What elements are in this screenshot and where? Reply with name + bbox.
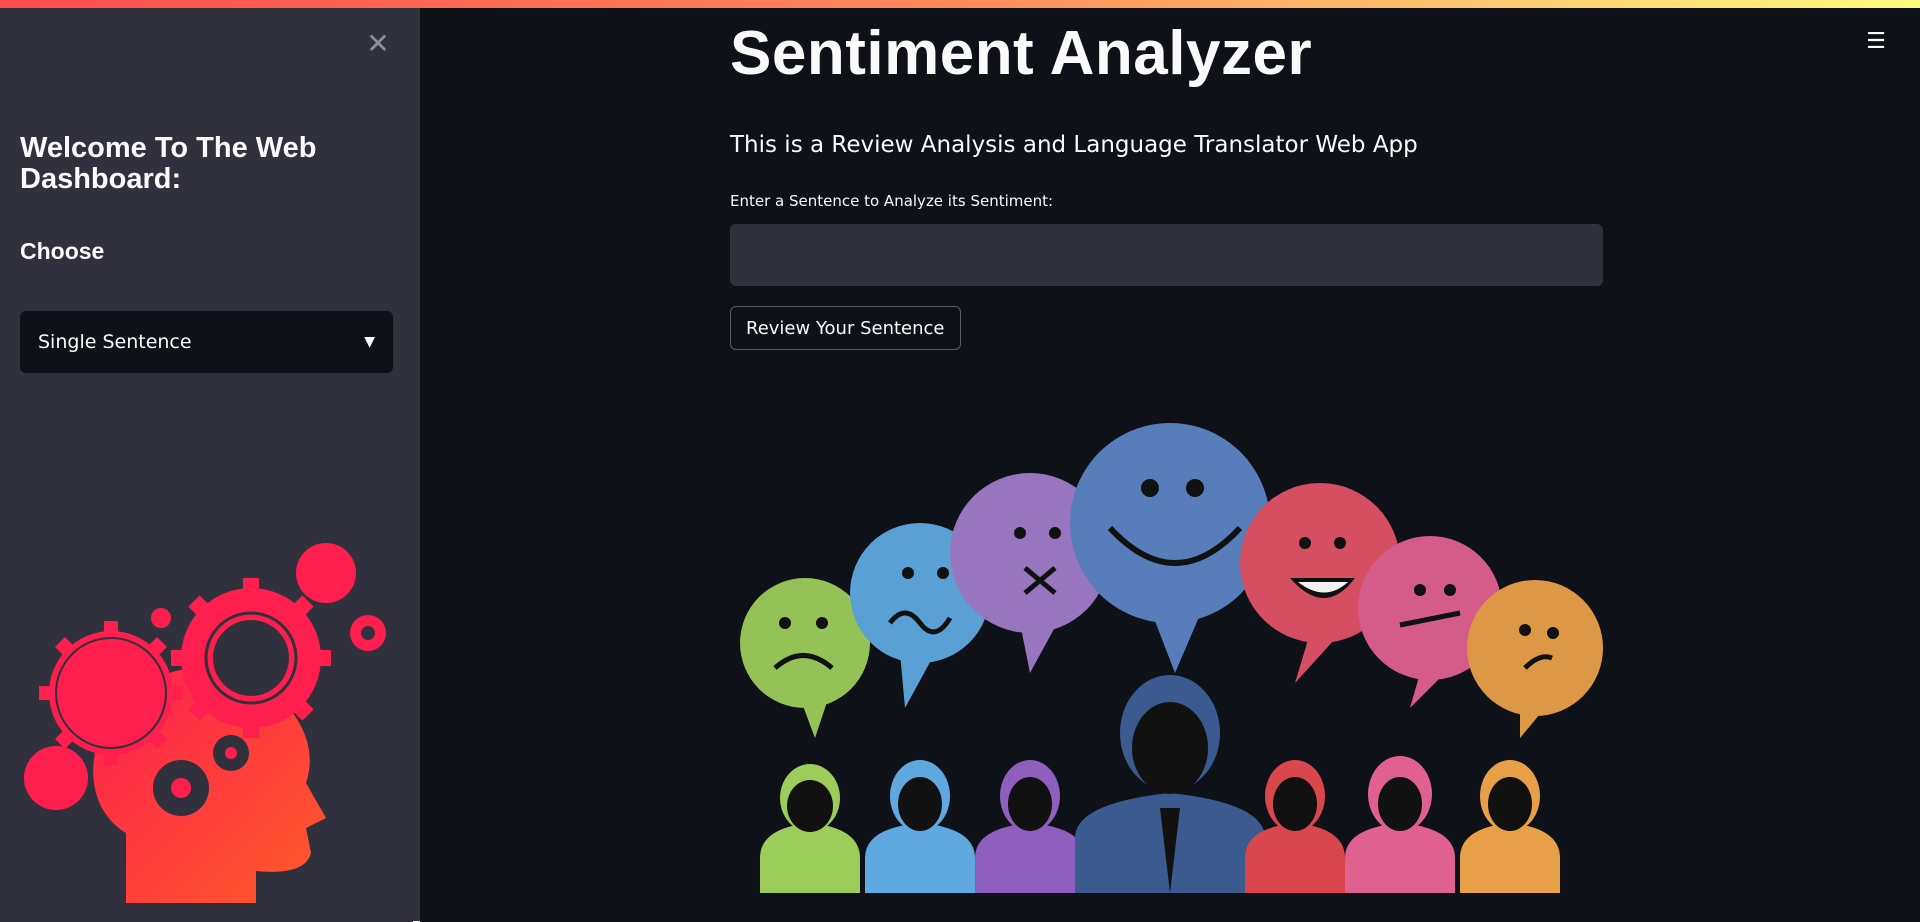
person-blue [865, 760, 975, 893]
head-with-gears-illustration [24, 543, 386, 903]
top-decoration-bar [0, 0, 1920, 8]
sentence-input-label: Enter a Sentence to Analyze its Sentimen… [730, 192, 1054, 210]
review-sentence-button[interactable]: Review Your Sentence [730, 306, 961, 350]
close-icon[interactable]: ✕ [364, 30, 392, 58]
person-purple [975, 760, 1085, 893]
choose-label: Choose [20, 238, 105, 264]
happy-bubble [1070, 423, 1270, 673]
mode-select-value: Single Sentence [38, 331, 192, 353]
people-with-emotion-speech-bubbles [740, 423, 1603, 893]
sidebar: ✕ Welcome To The Web Dashboard: Choose S… [0, 8, 420, 922]
sad-bubble [740, 578, 870, 738]
sidebar-title: Welcome To The Web Dashboard: [20, 132, 317, 195]
caret-down-icon: ▼ [364, 334, 375, 350]
confused-bubble [1467, 580, 1603, 738]
page-title: Sentiment Analyzer [730, 19, 1313, 88]
person-center [1075, 675, 1265, 893]
page-subtitle: This is a Review Analysis and Language T… [730, 132, 1418, 158]
hamburger-menu-icon[interactable]: ☰ [1864, 30, 1888, 54]
person-pink [1345, 756, 1455, 893]
sentence-input[interactable] [730, 224, 1603, 286]
mode-select[interactable]: Single Sentence ▼ [20, 311, 393, 373]
person-orange [1460, 760, 1560, 893]
person-green [760, 764, 860, 893]
